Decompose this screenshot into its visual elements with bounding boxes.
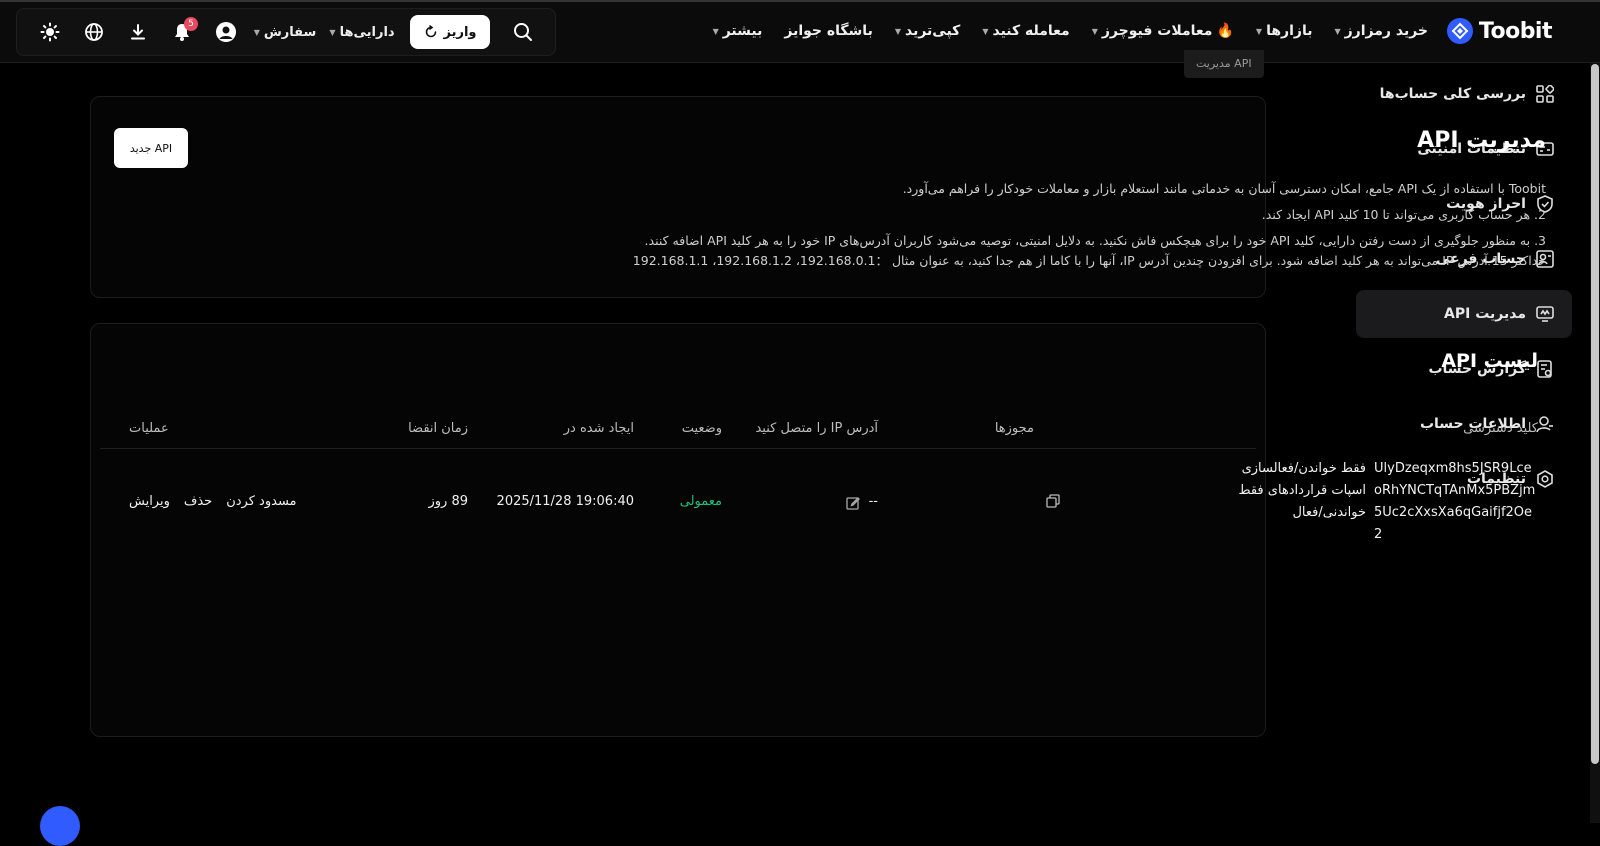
chevron-down-icon: ▼ (1091, 26, 1098, 36)
sidebar-item-label: مدیریت API (1444, 306, 1526, 322)
orders-menu[interactable]: ▼ سفارش (248, 25, 322, 40)
col-header-perms: مجوزها (994, 421, 1034, 436)
nav-label: باشگاه جوایز (784, 23, 873, 39)
copy-icon (1046, 494, 1060, 508)
download-button[interactable] (116, 8, 160, 56)
row-actions: ویرایش حذف مسدود کردن (129, 494, 297, 509)
assets-menu[interactable]: ▼ دارایی‌ها (322, 25, 402, 40)
orders-label: سفارش (263, 24, 317, 40)
permissions-value: فقط خواندن/فعالسازی اسپات قراردادهای فقط… (1238, 461, 1366, 520)
search-icon (514, 23, 532, 41)
col-header-key: کلید دسترسی (1463, 421, 1538, 436)
chevron-down-icon: ▼ (712, 26, 719, 36)
avatar-icon (216, 22, 236, 42)
brand-name: Toobit (1478, 18, 1553, 44)
nav-label: کپی‌ترید (904, 23, 961, 39)
user-tools: 5 ▼ سفارش ▼ دارایی‌ها (28, 8, 402, 56)
support-chat-button[interactable] (40, 806, 80, 846)
settings-icon (1536, 470, 1554, 488)
intro-line-3: 3. به منظور جلوگیری از دست رفتن دارایی، … (644, 233, 1546, 248)
nav-label: معاملات فیوچرز (1101, 23, 1213, 39)
deposit-label: واریز (443, 24, 477, 40)
notification-count-badge: 5 (184, 17, 198, 31)
col-header-created: ایجاد شده در (563, 421, 634, 436)
logo-mark-icon (1446, 18, 1473, 44)
sun-icon (40, 22, 60, 42)
new-api-button[interactable]: API جدید (114, 128, 188, 168)
api-key-value: UlyDzeqxm8hs5JSR9LceoRhYNCTqTAnMx5PBZjm5… (1374, 461, 1536, 542)
toobit-logo[interactable]: Toobit (1446, 14, 1553, 48)
globe-icon (85, 23, 103, 41)
edit-icon (846, 497, 860, 510)
nav-more[interactable]: بیشتر ▼ (713, 23, 763, 39)
chevron-down-icon: ▼ (982, 26, 989, 36)
nav-buy-crypto[interactable]: خرید رمزارز ▼ (1334, 23, 1428, 39)
col-header-ip: آدرس IP را متصل کنید (755, 421, 878, 436)
scrollbar-thumb[interactable] (1591, 64, 1599, 764)
refresh-icon (425, 25, 436, 38)
nav-label: بازارها (1266, 23, 1313, 39)
search-button[interactable] (505, 14, 541, 50)
download-icon (131, 24, 145, 40)
main-navigation: خرید رمزارز ▼ بازارها ▼ 🔥 معاملات فیوچرز ▼ م… (713, 14, 1428, 48)
status-badge: معمولی (679, 494, 722, 509)
api-icon (1536, 305, 1554, 323)
ip-value: -- (868, 494, 878, 509)
chevron-down-icon: ▼ (329, 27, 336, 37)
deposit-button[interactable]: واریز (410, 15, 490, 49)
assets-label: دارایی‌ها (339, 24, 395, 40)
nav-markets[interactable]: بازارها ▼ (1256, 23, 1313, 39)
col-header-actions: عملیات (129, 421, 169, 436)
report-icon (1536, 360, 1554, 378)
col-header-expiry: زمان انقضا (408, 421, 468, 436)
nav-label: معامله کنید (992, 23, 1070, 39)
edit-ip-button[interactable] (846, 495, 860, 514)
header-divider (100, 448, 1256, 449)
nav-label: بیشتر (722, 23, 763, 39)
created-at-value: 2025/11/28 19:06:40 (496, 494, 634, 509)
profile-button[interactable] (204, 8, 248, 56)
notifications-button[interactable]: 5 (160, 8, 204, 56)
fire-icon: 🔥 (1216, 23, 1234, 39)
col-header-status: وضعیت (681, 421, 722, 436)
api-list-title: لیست API (1441, 350, 1538, 372)
copy-button[interactable] (1046, 493, 1060, 512)
api-list-card (90, 323, 1266, 737)
grid-icon (1536, 85, 1554, 103)
language-button[interactable] (72, 8, 116, 56)
edit-button[interactable]: ویرایش (129, 494, 170, 509)
chevron-down-icon: ▼ (1255, 26, 1263, 36)
block-button[interactable]: مسدود کردن (226, 494, 296, 509)
intro-line-4: حداکثر 15 آدرس IP می‌تواند به هر کلید اض… (632, 253, 1546, 268)
nav-futures[interactable]: 🔥 معاملات فیوچرز ▼ (1092, 23, 1234, 39)
sidebar-item-label: بررسی کلی حساب‌ها (1379, 86, 1526, 102)
chevron-down-icon: ▼ (253, 27, 260, 37)
intro-line-2: 2. هر حساب کاربری می‌تواند تا 10 کلید AP… (1261, 207, 1546, 222)
expiry-value: 89 روز (428, 494, 468, 509)
sidebar-item-api-management[interactable]: مدیریت API (1356, 290, 1572, 338)
nav-trade[interactable]: معامله کنید ▼ (982, 23, 1069, 39)
chevron-down-icon: ▼ (1334, 26, 1341, 36)
nav-label: خرید رمزارز (1344, 23, 1428, 39)
delete-button[interactable]: حذف (184, 494, 212, 509)
nav-rewards-club[interactable]: باشگاه جوایز (784, 23, 872, 39)
theme-toggle-button[interactable] (28, 8, 72, 56)
intro-line-1: Toobit با استفاده از یک API جامع، امکان … (902, 181, 1546, 196)
sidebar-item-overview[interactable]: بررسی کلی حساب‌ها (1356, 70, 1572, 118)
page-title: مدیریت API (1417, 128, 1546, 153)
user-icon (1536, 415, 1554, 433)
nav-copy-trade[interactable]: کپی‌ترید ▼ (895, 23, 961, 39)
breadcrumb: مدیریت API (1184, 50, 1264, 78)
chevron-down-icon: ▼ (894, 26, 901, 36)
